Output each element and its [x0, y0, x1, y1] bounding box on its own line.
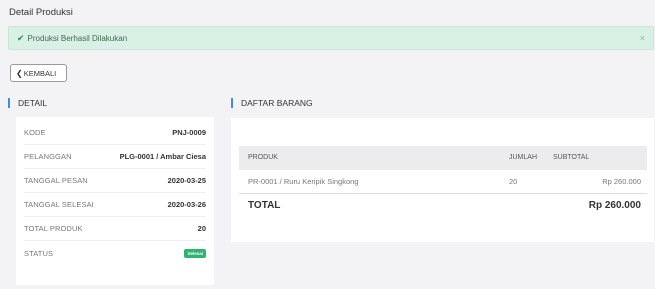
table-header: PRODUK JUMLAH SUBTOTAL	[239, 146, 647, 170]
detail-value: PNJ-0009	[172, 128, 206, 137]
detail-section-title: DETAIL	[8, 98, 47, 108]
column-header-produk: PRODUK	[248, 154, 278, 161]
chevron-left-icon: ❮	[16, 68, 23, 78]
detail-label: PELANGGAN	[24, 152, 72, 161]
total-label: TOTAL	[248, 200, 281, 211]
alert-close-button[interactable]: ×	[640, 33, 645, 43]
detail-label: KODE	[24, 128, 46, 137]
column-header-jumlah: JUMLAH	[509, 154, 538, 161]
detail-row-kode: KODE PNJ-0009	[24, 121, 206, 145]
cell-jumlah: 20	[509, 177, 518, 186]
page-title: Detail Produksi	[9, 7, 73, 18]
detail-value: 2020-03-26	[167, 200, 206, 209]
check-icon: ✔	[17, 32, 25, 43]
detail-row-total-produk: TOTAL PRODUK 20	[24, 217, 206, 241]
cell-produk: PR-0001 / Ruru Keripik Singkong	[248, 177, 359, 186]
detail-card: KODE PNJ-0009 PELANGGAN PLG-0001 / Ambar…	[16, 117, 214, 285]
column-header-subtotal: SUBTOTAL	[553, 154, 590, 161]
barang-section-title: DAFTAR BARANG	[231, 98, 313, 108]
back-button[interactable]: ❮ KEMBALI	[10, 64, 67, 82]
status-badge: Selesai	[184, 248, 206, 258]
detail-row-status: STATUS Selesai	[24, 241, 206, 265]
detail-value: 2020-03-25	[167, 176, 206, 185]
detail-row-tanggal-pesan: TANGGAL PESAN 2020-03-25	[24, 169, 206, 193]
detail-label: TOTAL PRODUK	[24, 224, 83, 233]
detail-value: PLG-0001 / Ambar Ciesa	[119, 152, 206, 161]
back-button-label: KEMBALI	[23, 68, 57, 78]
detail-row-pelanggan: PELANGGAN PLG-0001 / Ambar Ciesa	[24, 145, 206, 169]
cell-subtotal: Rp 260.000	[602, 177, 641, 186]
detail-row-tanggal-selesai: TANGGAL SELESAI 2020-03-26	[24, 193, 206, 217]
detail-label: STATUS	[24, 248, 54, 258]
detail-label: TANGGAL PESAN	[24, 176, 88, 185]
table-row: PR-0001 / Ruru Keripik Singkong 20 Rp 26…	[239, 170, 647, 194]
alert-message: Produksi Berhasil Dilakukan	[27, 33, 128, 43]
success-alert: ✔ Produksi Berhasil Dilakukan ×	[8, 26, 654, 50]
table-total-row: TOTAL Rp 260.000	[239, 194, 647, 218]
detail-value: 20	[197, 224, 206, 233]
total-value: Rp 260.000	[588, 200, 641, 211]
barang-card: PRODUK JUMLAH SUBTOTAL PR-0001 / Ruru Ke…	[231, 118, 654, 242]
detail-label: TANGGAL SELESAI	[24, 200, 94, 209]
